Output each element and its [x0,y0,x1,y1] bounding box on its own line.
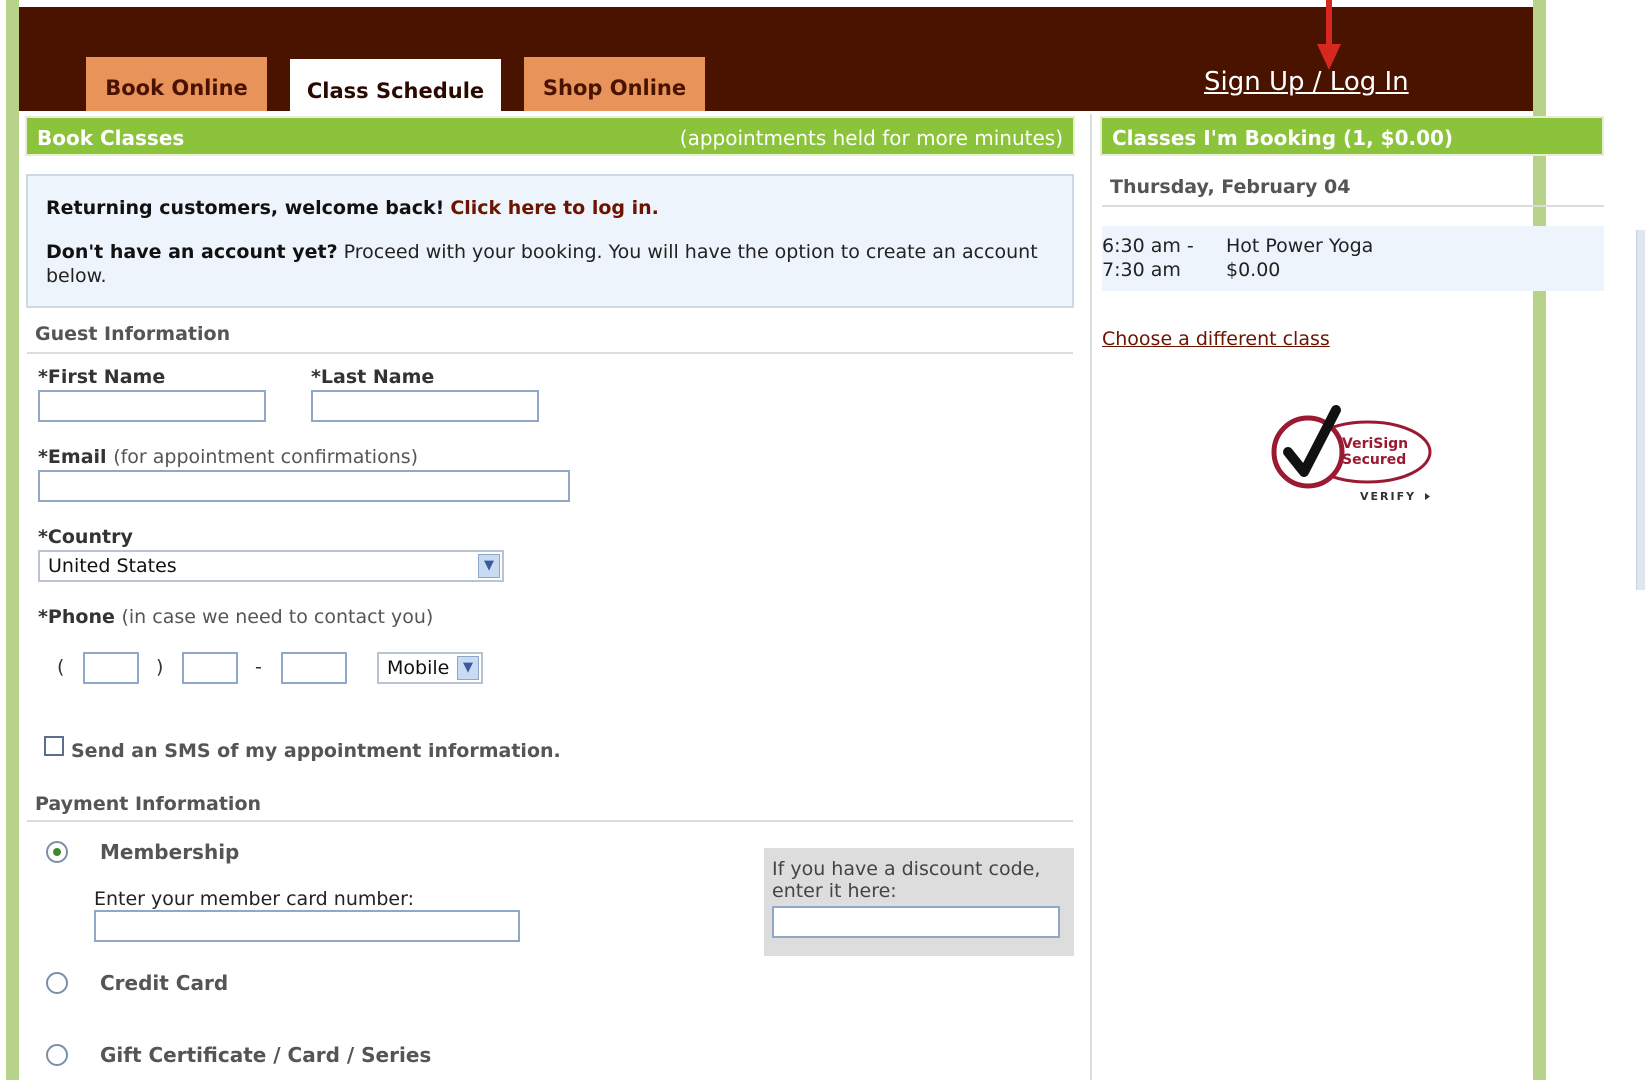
class-name: Hot Power Yoga [1226,235,1374,257]
discount-label: If you have a discount code, enter it he… [772,858,1041,902]
discount-box: If you have a discount code, enter it he… [764,848,1074,956]
email-note: (for appointment confirmations) [113,446,419,468]
verisign-secured-badge[interactable]: VeriSign Secured VERIFY [1270,400,1450,510]
cart-class-row: 6:30 am - 7:30 am Hot Power Yoga $0.00 [1102,226,1604,291]
returning-text: Returning customers, welcome back! [46,197,445,219]
badge-verify: VERIFY [1360,490,1416,503]
guest-info-heading: Guest Information [35,323,231,345]
badge-line1: VeriSign [1342,436,1408,452]
choose-different-class-link[interactable]: Choose a different class [1102,328,1330,350]
phone-dash: - [255,656,262,678]
email-input[interactable] [38,470,570,502]
site-header: Book Online Class Schedule Shop Online S… [19,7,1533,119]
phone-label-text: *Phone [38,606,115,628]
first-name-label: *First Name [38,366,166,388]
login-link[interactable]: Click here to log in. [450,197,659,219]
signup-login-link[interactable]: Sign Up / Log In [1204,67,1409,97]
cart-bar: Classes I'm Booking (1, $0.00) [1100,116,1604,156]
sms-label: Send an SMS of my appointment informatio… [71,740,561,762]
country-select[interactable]: United States ▼ [38,550,504,582]
cart-date: Thursday, February 04 [1110,176,1351,198]
column-divider [1090,114,1092,1080]
first-name-input[interactable] [38,390,266,422]
right-border [1533,0,1546,1080]
page: Book Online Class Schedule Shop Online S… [19,0,1604,1080]
radio-gift-certificate[interactable] [46,1044,68,1066]
book-classes-bar: Book Classes (appointments held for more… [25,116,1075,156]
payment-info-heading: Payment Information [35,793,262,815]
divider [27,352,1073,354]
badge-line2: Secured [1342,452,1406,468]
hold-note: (appointments held for more minutes) [679,126,1063,150]
divider [27,820,1073,822]
last-name-label: *Last Name [311,366,435,388]
radio-credit-card[interactable] [46,972,68,994]
class-price: $0.00 [1226,259,1281,281]
email-label-text: *Email [38,446,107,468]
red-arrow-icon [1317,0,1341,70]
left-border [6,0,19,1080]
credit-card-label: Credit Card [100,971,229,995]
membership-label: Membership [100,840,240,864]
radio-membership[interactable] [46,841,68,863]
gift-certificate-label: Gift Certificate / Card / Series [100,1043,432,1067]
member-card-input[interactable] [94,910,520,942]
last-name-input[interactable] [311,390,539,422]
divider [1102,205,1604,207]
class-time-end: 7:30 am [1102,259,1181,281]
phone-open-paren: ( [57,656,65,678]
phone-line-input[interactable] [281,652,347,684]
class-time-start: 6:30 am - [1102,235,1194,257]
phone-prefix-input[interactable] [182,652,238,684]
country-label: *Country [38,526,133,548]
tab-book-online[interactable]: Book Online [86,57,267,111]
member-card-label: Enter your member card number: [94,888,414,910]
sms-checkbox[interactable] [44,736,64,756]
tab-class-schedule[interactable]: Class Schedule [290,59,501,119]
book-classes-title: Book Classes [37,126,185,150]
welcome-box: Returning customers, welcome back! Click… [26,174,1074,308]
scrollbar-thumb[interactable] [1636,230,1645,590]
phone-label: *Phone (in case we need to contact you) [38,606,433,628]
cart-title: Classes I'm Booking (1, $0.00) [1112,126,1454,150]
phone-type-select[interactable]: Mobile ▼ [377,652,483,684]
phone-area-input[interactable] [83,652,139,684]
phone-type-value: Mobile [387,657,450,679]
chevron-down-icon[interactable]: ▼ [478,554,500,578]
country-value: United States [48,555,177,577]
chevron-down-icon[interactable]: ▼ [457,656,479,680]
no-account-bold: Don't have an account yet? [46,241,338,263]
email-label: *Email (for appointment confirmations) [38,446,418,468]
phone-close-paren: ) [156,656,164,678]
phone-note: (in case we need to contact you) [121,606,434,628]
discount-code-input[interactable] [772,906,1060,938]
tab-shop-online[interactable]: Shop Online [524,57,705,111]
